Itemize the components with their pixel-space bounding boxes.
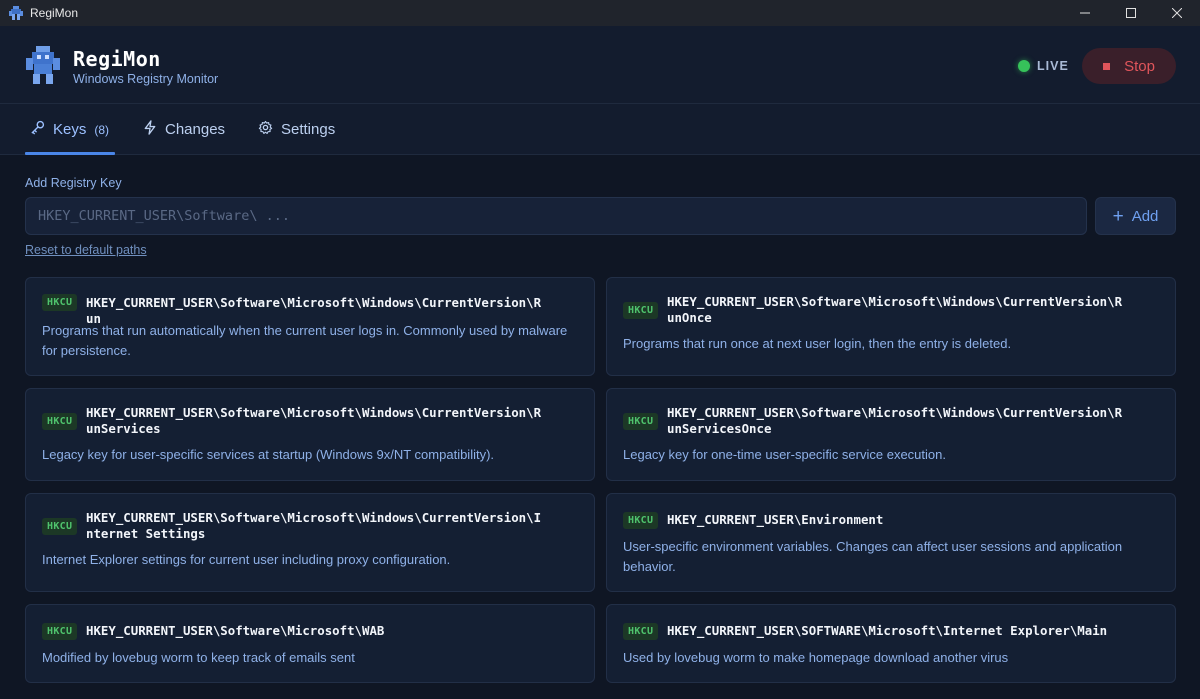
tab-changes-label: Changes bbox=[165, 121, 225, 138]
tab-changes[interactable]: Changes bbox=[143, 104, 225, 155]
registry-key-path: HKEY_CURRENT_USER\Environment bbox=[667, 512, 1129, 528]
tab-keys[interactable]: Keys (8) bbox=[30, 104, 109, 155]
registry-key-description: Programs that run once at next user logi… bbox=[623, 334, 1163, 354]
registry-key-description: Internet Explorer settings for current u… bbox=[42, 550, 582, 570]
hive-badge: HKCU bbox=[623, 413, 658, 430]
hive-badge: HKCU bbox=[623, 302, 658, 319]
hive-badge: HKCU bbox=[623, 623, 658, 640]
registry-key-description: Modified by lovebug worm to keep track o… bbox=[42, 648, 582, 668]
hive-badge: HKCU bbox=[623, 512, 658, 529]
registry-key-card[interactable]: HKCU HKEY_CURRENT_USER\Software\Microsof… bbox=[606, 277, 1176, 376]
registry-key-path: HKEY_CURRENT_USER\Software\Microsoft\Win… bbox=[86, 510, 548, 542]
window-title: RegiMon bbox=[30, 6, 78, 20]
live-status-label: LIVE bbox=[1037, 59, 1069, 73]
reset-default-paths-link[interactable]: Reset to default paths bbox=[25, 243, 147, 257]
app-header: RegiMon Windows Registry Monitor LIVE St… bbox=[0, 26, 1200, 104]
app-icon bbox=[8, 5, 24, 21]
lightning-icon bbox=[143, 120, 157, 140]
registry-key-path: HKEY_CURRENT_USER\Software\Microsoft\Win… bbox=[86, 405, 548, 437]
tab-keys-count: (8) bbox=[94, 123, 109, 137]
window-titlebar: RegiMon bbox=[0, 0, 1200, 26]
registry-key-card[interactable]: HKCU HKEY_CURRENT_USER\SOFTWARE\Microsof… bbox=[606, 604, 1176, 683]
tab-settings-label: Settings bbox=[281, 121, 335, 138]
live-status: LIVE bbox=[1018, 59, 1069, 73]
registry-key-description: Used by lovebug worm to make homepage do… bbox=[623, 648, 1163, 668]
registry-key-card[interactable]: HKCU HKEY_CURRENT_USER\Software\Microsof… bbox=[25, 493, 595, 592]
registry-key-path: HKEY_CURRENT_USER\Software\Microsoft\Win… bbox=[667, 405, 1129, 437]
registry-key-card[interactable]: HKCU HKEY_CURRENT_USER\Software\Microsof… bbox=[25, 277, 595, 376]
hive-badge: HKCU bbox=[42, 623, 77, 640]
live-indicator-dot bbox=[1018, 60, 1030, 72]
stop-button-label: Stop bbox=[1124, 58, 1155, 75]
app-name: RegiMon bbox=[73, 47, 161, 71]
add-key-button-label: Add bbox=[1132, 208, 1159, 225]
registry-key-card[interactable]: HKCU HKEY_CURRENT_USER\Environment User-… bbox=[606, 493, 1176, 592]
stop-icon bbox=[1103, 63, 1110, 70]
stop-button[interactable]: Stop bbox=[1082, 48, 1176, 84]
hive-badge: HKCU bbox=[42, 518, 77, 535]
add-key-button[interactable]: + Add bbox=[1095, 197, 1176, 235]
plus-icon: + bbox=[1113, 207, 1124, 226]
registry-key-card[interactable]: HKCU HKEY_CURRENT_USER\Software\Microsof… bbox=[25, 388, 595, 481]
key-icon bbox=[30, 120, 45, 140]
registry-key-path: HKEY_CURRENT_USER\Software\Microsoft\Win… bbox=[667, 294, 1129, 326]
close-button[interactable] bbox=[1154, 0, 1200, 26]
hive-badge: HKCU bbox=[42, 413, 77, 430]
active-tab-indicator bbox=[25, 152, 115, 155]
maximize-button[interactable] bbox=[1108, 0, 1154, 26]
registry-key-description: Legacy key for one-time user-specific se… bbox=[623, 445, 1163, 465]
tab-settings[interactable]: Settings bbox=[258, 104, 335, 155]
registry-key-description: Legacy key for user-specific services at… bbox=[42, 445, 582, 465]
tab-keys-label: Keys bbox=[53, 121, 86, 138]
registry-key-card[interactable]: HKCU HKEY_CURRENT_USER\Software\Microsof… bbox=[25, 604, 595, 683]
registry-key-description: Programs that run automatically when the… bbox=[42, 321, 582, 361]
hive-badge: HKCU bbox=[42, 294, 77, 311]
add-key-label: Add Registry Key bbox=[25, 176, 122, 190]
registry-key-path: HKEY_CURRENT_USER\Software\Microsoft\WAB bbox=[86, 623, 548, 639]
app-subtitle: Windows Registry Monitor bbox=[73, 72, 218, 86]
gear-icon bbox=[258, 120, 273, 140]
registry-key-card[interactable]: HKCU HKEY_CURRENT_USER\Software\Microsof… bbox=[606, 388, 1176, 481]
registry-key-input[interactable] bbox=[25, 197, 1087, 235]
minimize-button[interactable] bbox=[1062, 0, 1108, 26]
registry-key-path: HKEY_CURRENT_USER\SOFTWARE\Microsoft\Int… bbox=[667, 623, 1129, 639]
registry-key-description: User-specific environment variables. Cha… bbox=[623, 537, 1163, 577]
regimon-logo-icon bbox=[24, 44, 62, 86]
tab-bar: Keys (8) Changes Settings bbox=[0, 104, 1200, 155]
